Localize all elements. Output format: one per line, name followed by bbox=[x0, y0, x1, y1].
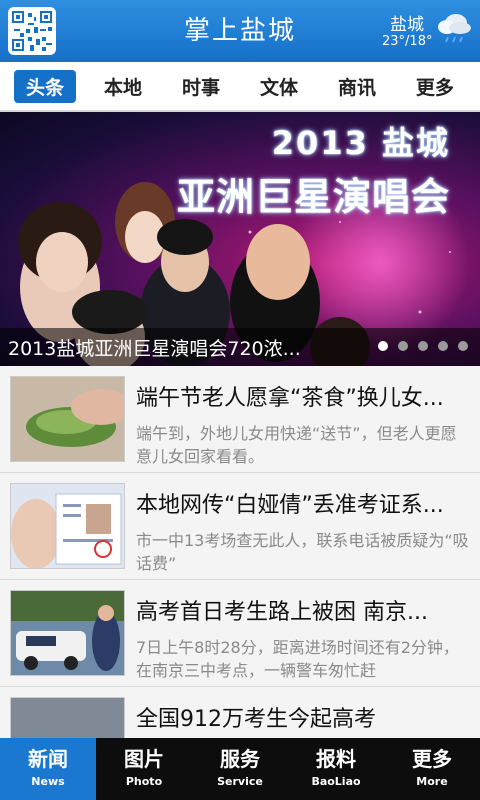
banner-caption-bar: 2013盐城亚洲巨星演唱会720浓... bbox=[0, 328, 480, 366]
slide-dot[interactable] bbox=[398, 341, 408, 351]
nav-sublabel: News bbox=[31, 775, 65, 788]
tab-culture-sports[interactable]: 文体 bbox=[248, 70, 310, 103]
nav-sublabel: More bbox=[416, 775, 448, 788]
weather-city: 盐城 bbox=[390, 15, 424, 35]
news-title: 端午节老人愿拿“茶食”换儿女... bbox=[136, 386, 444, 411]
slide-dot[interactable] bbox=[458, 341, 468, 351]
tab-current-affairs[interactable]: 时事 bbox=[170, 70, 232, 103]
banner-year: 2013 盐城 bbox=[271, 124, 450, 162]
nav-sublabel: BaoLiao bbox=[311, 775, 361, 788]
tab-headlines[interactable]: 头条 bbox=[14, 69, 77, 103]
slide-dot[interactable] bbox=[378, 341, 388, 351]
tab-more[interactable]: 更多 bbox=[404, 70, 466, 103]
news-thumbnail bbox=[10, 376, 125, 462]
tab-local[interactable]: 本地 bbox=[92, 70, 154, 103]
nav-label: 更多 bbox=[412, 747, 452, 771]
nav-more[interactable]: 更多 More bbox=[384, 738, 480, 800]
app-screen: 掌上盐城 盐城 23°/18° 头条 本地 时事 文体 商讯 更多 2013 盐… bbox=[0, 0, 480, 800]
news-thumbnail bbox=[10, 590, 125, 676]
featured-banner[interactable]: 2013 盐城 亚洲巨星演唱会 2013盐城亚洲巨星演唱会720浓... bbox=[0, 112, 480, 366]
nav-news[interactable]: 新闻 News bbox=[0, 738, 96, 800]
list-item[interactable]: 本地网传“白娅倩”丢准考证系... 市一中13考场查无此人，联系电话被质疑为“吸… bbox=[0, 473, 480, 580]
nav-sublabel: Photo bbox=[125, 775, 163, 788]
nav-sublabel: Service bbox=[217, 775, 263, 788]
nav-label: 图片 bbox=[124, 747, 164, 771]
list-item[interactable]: 端午节老人愿拿“茶食”换儿女... 端午到，外地儿女用快递“送节”，但老人更愿意… bbox=[0, 366, 480, 473]
news-title: 全国912万考生今起高考 bbox=[136, 707, 376, 732]
nav-baoliao[interactable]: 报料 BaoLiao bbox=[288, 738, 384, 800]
bottom-navigation: 新闻 News 图片 Photo 服务 Service 报料 BaoLiao 更… bbox=[0, 738, 480, 800]
nav-service[interactable]: 服务 Service bbox=[192, 738, 288, 800]
nav-label: 服务 bbox=[220, 747, 260, 771]
slide-dot[interactable] bbox=[438, 341, 448, 351]
category-tabs: 头条 本地 时事 文体 商讯 更多 bbox=[0, 62, 480, 112]
news-summary: 端午到，外地儿女用快递“送节”，但老人更愿意儿女回家看看。 bbox=[136, 424, 457, 466]
news-title: 本地网传“白娅倩”丢准考证系... bbox=[136, 493, 444, 518]
top-header: 掌上盐城 盐城 23°/18° bbox=[0, 0, 480, 62]
slide-dot[interactable] bbox=[418, 341, 428, 351]
weather-temperature: 23°/18° bbox=[382, 34, 433, 49]
banner-caption: 2013盐城亚洲巨星演唱会720浓... bbox=[8, 338, 301, 360]
news-thumbnail bbox=[10, 697, 125, 738]
nav-label: 报料 bbox=[316, 747, 356, 771]
news-title: 高考首日考生路上被困 南京... bbox=[136, 600, 428, 625]
nav-photo[interactable]: 图片 Photo bbox=[96, 738, 192, 800]
news-summary: 市一中13考场查无此人，联系电话被质疑为“吸话费” bbox=[136, 531, 469, 573]
banner-event-name: 亚洲巨星演唱会 bbox=[176, 175, 450, 219]
news-summary: 7日上午8时28分，距离进场时间还有2分钟，在南京三中考点，一辆警车匆忙赶 bbox=[136, 638, 459, 680]
cloud-rain-icon bbox=[438, 14, 471, 43]
news-thumbnail bbox=[10, 483, 125, 569]
list-item[interactable]: 全国912万考生今起高考 bbox=[0, 687, 480, 738]
nav-label: 新闻 bbox=[28, 747, 68, 771]
slide-indicator bbox=[378, 341, 468, 351]
tab-business[interactable]: 商讯 bbox=[326, 70, 388, 103]
news-list: 端午节老人愿拿“茶食”换儿女... 端午到，外地儿女用快递“送节”，但老人更愿意… bbox=[0, 366, 480, 738]
banner-headline: 2013 盐城 亚洲巨星演唱会 bbox=[177, 118, 450, 221]
weather-widget[interactable]: 盐城 23°/18° bbox=[382, 8, 472, 54]
list-item[interactable]: 高考首日考生路上被困 南京... 7日上午8时28分，距离进场时间还有2分钟，在… bbox=[0, 580, 480, 687]
